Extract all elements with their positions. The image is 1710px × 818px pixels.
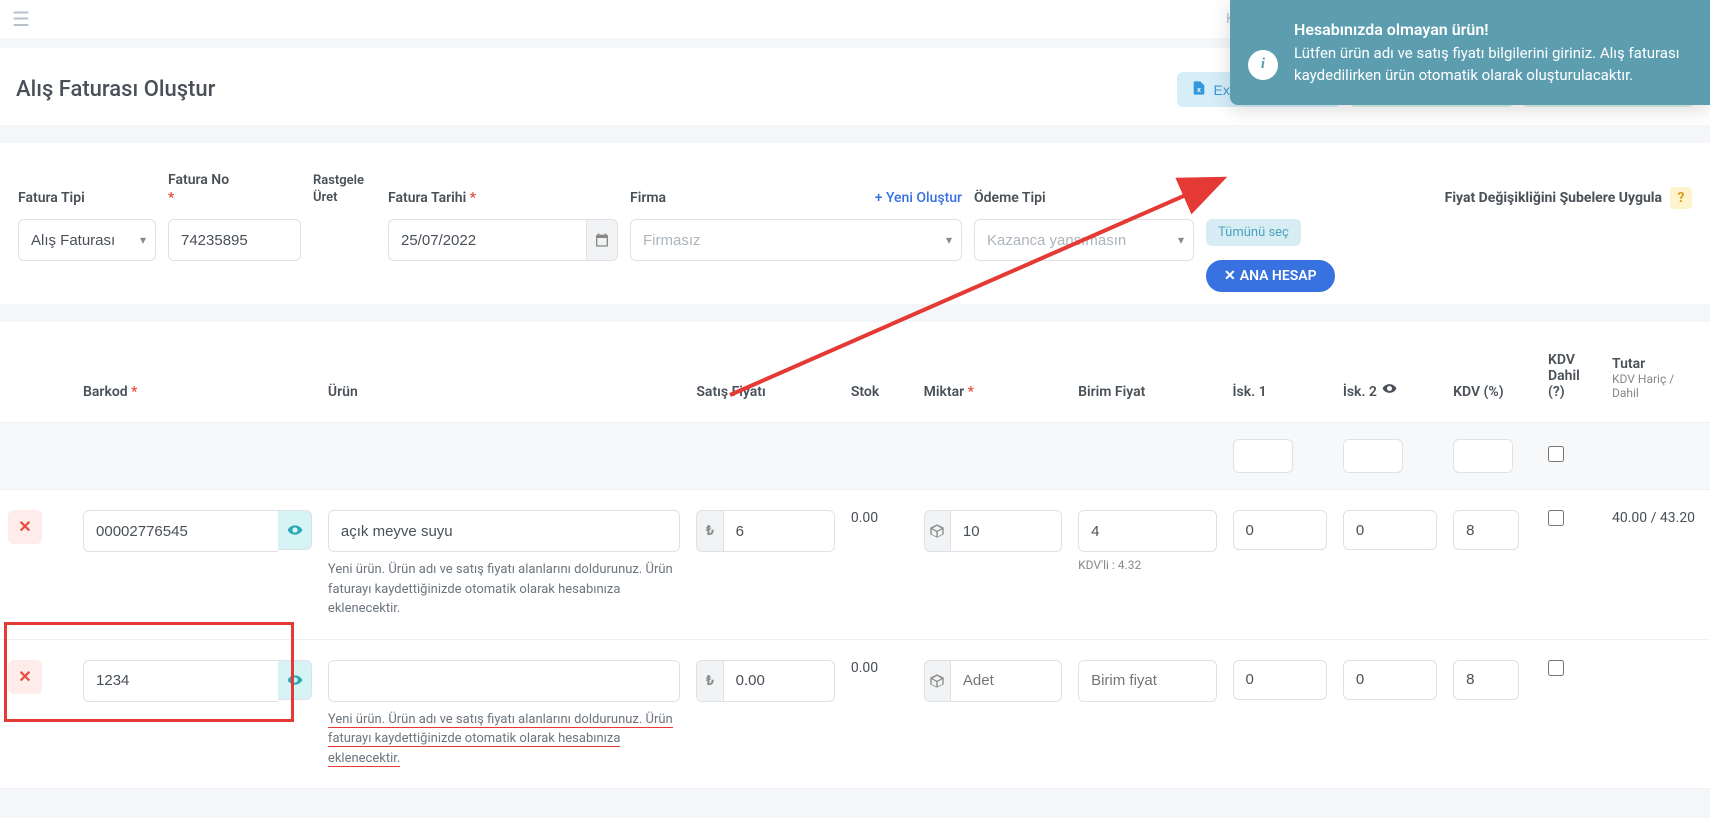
stok-value: 0.00 bbox=[851, 510, 878, 526]
kdv-input[interactable] bbox=[1453, 510, 1519, 550]
help-icon[interactable]: ? bbox=[1670, 187, 1692, 209]
urun-note: Yeni ürün. Ürün adı ve satış fiyatı alan… bbox=[328, 710, 680, 769]
th-isk1: İsk. 1 bbox=[1225, 322, 1335, 423]
box-icon bbox=[924, 660, 950, 702]
birim-fiyat-input[interactable] bbox=[1078, 510, 1216, 552]
th-isk2: İsk. 2 bbox=[1335, 322, 1445, 423]
eye-icon bbox=[1382, 384, 1397, 400]
kdvd-checkbox[interactable] bbox=[1548, 510, 1564, 526]
th-kdv: KDV (%) bbox=[1445, 322, 1540, 423]
urun-note: Yeni ürün. Ürün adı ve satış fiyatı alan… bbox=[328, 560, 680, 619]
miktar-input[interactable] bbox=[950, 510, 1062, 552]
th-miktar: Miktar * bbox=[916, 322, 1070, 423]
lira-icon: ₺ bbox=[696, 660, 722, 702]
table-defaults-row bbox=[0, 423, 1710, 490]
stok-value: 0.00 bbox=[851, 660, 878, 676]
yeni-olustur-link[interactable]: + Yeni Oluştur bbox=[875, 189, 962, 207]
select-all-button[interactable]: Tümünü seç bbox=[1206, 219, 1301, 246]
hamburger-icon[interactable]: ☰ bbox=[12, 7, 30, 31]
kdv-input[interactable] bbox=[1453, 660, 1519, 700]
filter-label-tarih: Fatura Tarihi * bbox=[388, 151, 618, 219]
ana-hesap-label: ANA HESAP bbox=[1240, 268, 1317, 284]
filter-label-firma: Firma + Yeni Oluştur bbox=[630, 151, 962, 219]
calendar-icon[interactable] bbox=[586, 219, 618, 261]
miktar-input[interactable] bbox=[950, 660, 1062, 702]
isk1-input[interactable] bbox=[1233, 510, 1327, 550]
birim-fiyat-input[interactable] bbox=[1078, 660, 1216, 702]
filter-label-odeme: Ödeme Tipi bbox=[974, 151, 1194, 219]
isk2-input[interactable] bbox=[1343, 660, 1437, 700]
notification-toast: i Hesabınızda olmayan ürün! Lütfen ürün … bbox=[1230, 0, 1710, 105]
delete-row-button[interactable]: ✕ bbox=[8, 660, 42, 694]
toast-title: Hesabınızda olmayan ürün! bbox=[1294, 18, 1688, 41]
box-icon bbox=[924, 510, 950, 552]
table-panel: Barkod * Ürün Satış Fiyatı Stok Miktar *… bbox=[0, 322, 1710, 789]
filters-panel: Fatura Tipi Alış Faturası Fatura No* Ras… bbox=[0, 143, 1710, 304]
th-kdvd: KDV Dahil (?) bbox=[1540, 322, 1604, 423]
urun-input[interactable] bbox=[328, 660, 680, 702]
filter-label-rastgele: Rastgele Üret bbox=[313, 151, 376, 219]
ana-hesap-pill[interactable]: ✕ ANA HESAP bbox=[1206, 260, 1335, 292]
satis-fiyati-input[interactable] bbox=[723, 660, 835, 702]
urun-input[interactable] bbox=[328, 510, 680, 552]
apply-label: Fiyat Değişikliğini Şubelere Uygula bbox=[1445, 189, 1662, 207]
kdvli-label: KDV'li : 4.32 bbox=[1078, 558, 1216, 572]
default-isk2-input[interactable] bbox=[1343, 439, 1403, 473]
fatura-tipi-select[interactable]: Alış Faturası bbox=[18, 219, 156, 261]
default-isk1-input[interactable] bbox=[1233, 439, 1293, 473]
fatura-tarihi-input[interactable] bbox=[388, 219, 586, 261]
info-icon: i bbox=[1248, 50, 1278, 80]
kdvd-checkbox[interactable] bbox=[1548, 660, 1564, 676]
firma-select[interactable]: Firmasız bbox=[630, 219, 962, 261]
th-satis: Satış Fiyatı bbox=[688, 322, 842, 423]
invoice-items-table: Barkod * Ürün Satış Fiyatı Stok Miktar *… bbox=[0, 322, 1710, 789]
tutar-value: 40.00 / 43.20 bbox=[1612, 510, 1695, 526]
filter-label-fatno: Fatura No* bbox=[168, 151, 301, 219]
barkod-input[interactable] bbox=[83, 510, 278, 552]
th-urun: Ürün bbox=[320, 322, 688, 423]
file-excel-icon bbox=[1191, 80, 1207, 99]
toast-body: Lütfen ürün adı ve satış fiyatı bilgiler… bbox=[1294, 43, 1688, 87]
fatura-no-input[interactable] bbox=[168, 219, 301, 261]
th-barkod: Barkod * bbox=[75, 322, 320, 423]
odeme-tipi-select[interactable]: Kazanca yansımasın bbox=[974, 219, 1194, 261]
table-row: ✕ Yeni ürün. Ürün ad bbox=[0, 639, 1710, 789]
th-birim: Birim Fiyat bbox=[1070, 322, 1224, 423]
th-tutar: Tutar KDV Hariç / Dahil bbox=[1604, 322, 1710, 423]
eye-icon[interactable] bbox=[278, 660, 312, 700]
isk2-input[interactable] bbox=[1343, 510, 1437, 550]
default-kdv-input[interactable] bbox=[1453, 439, 1513, 473]
lira-icon: ₺ bbox=[696, 510, 722, 552]
th-stok: Stok bbox=[843, 322, 916, 423]
page-title: Alış Faturası Oluştur bbox=[16, 77, 215, 102]
barkod-input[interactable] bbox=[83, 660, 278, 702]
delete-row-button[interactable]: ✕ bbox=[8, 510, 42, 544]
isk1-input[interactable] bbox=[1233, 660, 1327, 700]
default-kdvd-checkbox[interactable] bbox=[1548, 446, 1564, 462]
table-row: ✕ Yeni ürün. Ürün adı ve satış fiyatı bbox=[0, 490, 1710, 640]
satis-fiyati-input[interactable] bbox=[723, 510, 835, 552]
close-icon: ✕ bbox=[1224, 268, 1236, 284]
eye-icon[interactable] bbox=[278, 510, 312, 550]
filter-label-tip: Fatura Tipi bbox=[18, 151, 156, 219]
